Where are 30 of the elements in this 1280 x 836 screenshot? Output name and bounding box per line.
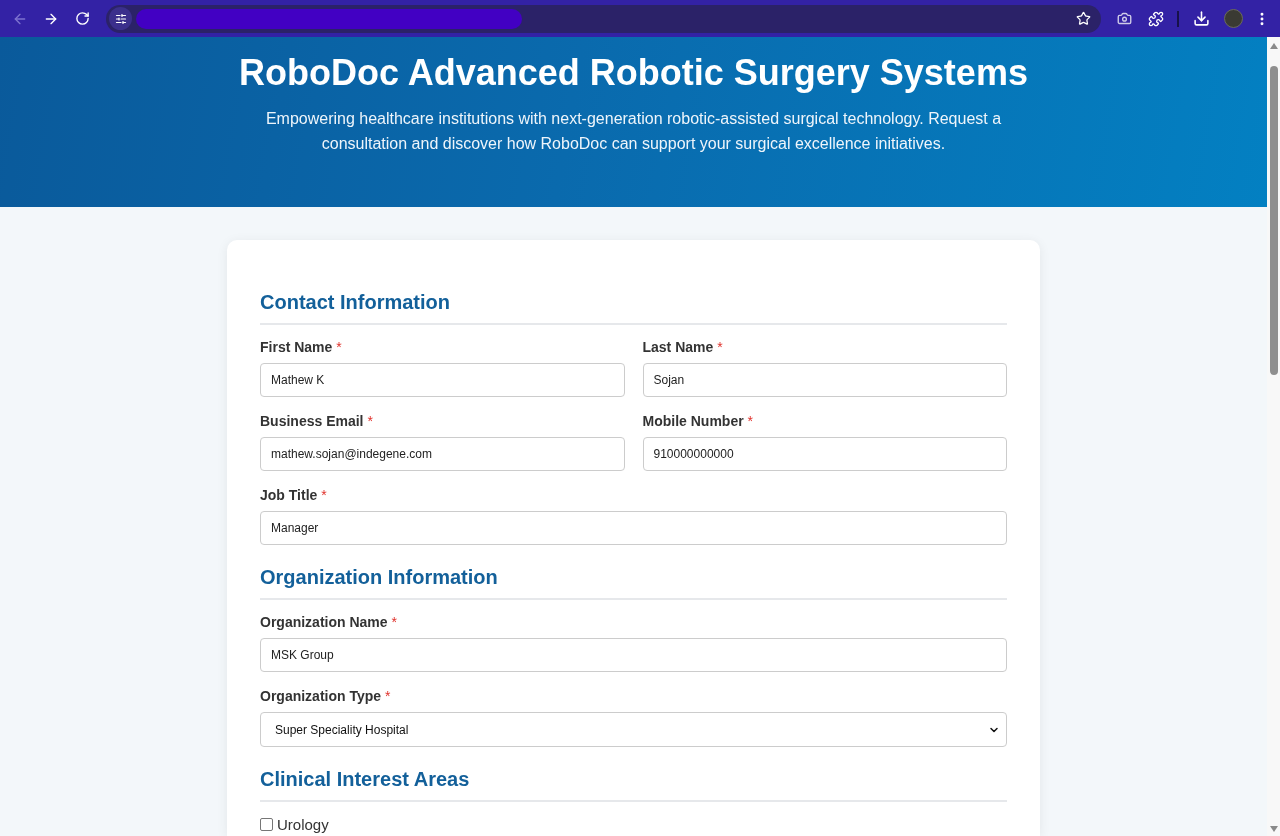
text-field[interactable]: mathew.sojan@indegene.com [260, 437, 625, 471]
field-label: Mobile Number * [642, 413, 753, 430]
field-label: Business Email * [260, 413, 373, 430]
section-heading: Organization Information [260, 565, 498, 589]
camera-icon[interactable] [1117, 11, 1132, 26]
text-field[interactable]: 910000000000 [642, 437, 1007, 471]
reload-icon[interactable] [75, 11, 90, 26]
bookmark-star-icon[interactable] [1076, 11, 1091, 26]
field-label: Last Name * [642, 339, 723, 356]
field-label: Organization Name * [260, 614, 397, 631]
scroll-down-icon[interactable] [1269, 826, 1278, 832]
section-heading: Contact Information [260, 290, 450, 314]
dropdown-select[interactable]: Super Speciality Hospital [260, 712, 1007, 747]
text-field[interactable]: MSK Group [260, 638, 1007, 672]
page-subtitle: Empowering healthcare institutions with next-generation robotic-assisted surgical technology. Request a consultation and discover how RoboDoc can support your surgical excellence initiatives. [264, 109, 1003, 154]
field-label: First Name * [260, 339, 342, 356]
checkbox-label: Urology [277, 816, 329, 833]
download-icon[interactable] [1193, 10, 1210, 27]
checkbox[interactable] [260, 818, 273, 831]
text-field[interactable]: Mathew K [260, 363, 625, 397]
field-label: Organization Type * [260, 688, 391, 705]
text-field[interactable]: Sojan [642, 363, 1007, 397]
scroll-up-icon[interactable] [1269, 43, 1278, 49]
puzzle-icon[interactable] [1148, 10, 1164, 27]
text-field[interactable]: Manager [260, 511, 1007, 545]
page-title: RoboDoc Advanced Robotic Surgery Systems [239, 53, 1028, 93]
site-settings-icon[interactable] [109, 7, 132, 30]
scrollbar-thumb[interactable] [1269, 66, 1278, 375]
section-heading: Clinical Interest Areas [260, 767, 470, 791]
field-label: Job Title * [260, 487, 327, 504]
